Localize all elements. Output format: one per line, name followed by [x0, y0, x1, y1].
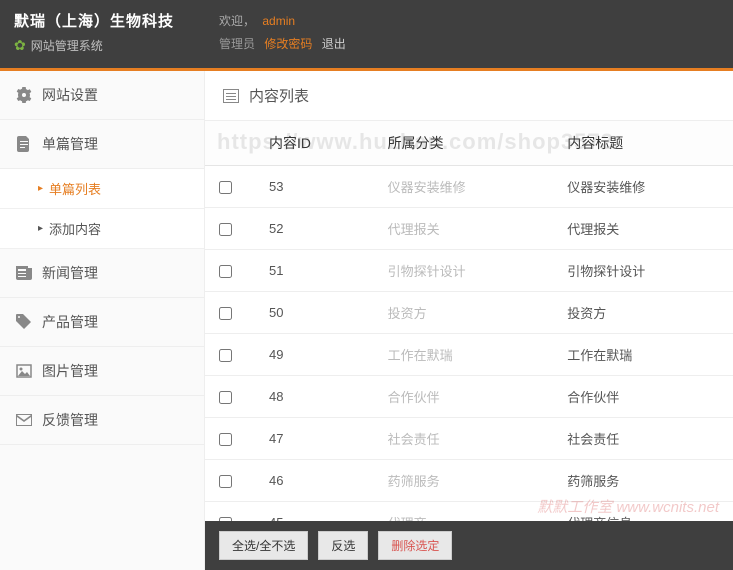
cell-title: 代理商信息	[553, 502, 733, 522]
cell-id: 50	[255, 292, 374, 334]
table-header-row: 内容ID 所属分类 内容标题	[205, 121, 733, 166]
page-title: 内容列表	[205, 71, 733, 121]
cell-category: 引物探针设计	[374, 250, 554, 292]
sub-nav-article: ▸ 单篇列表 ▸ 添加内容	[0, 169, 204, 249]
caret-right-icon: ▸	[38, 223, 43, 234]
content-table: 内容ID 所属分类 内容标题 53 仪器安装维修 仪器安装维修 52 代理报关 …	[205, 121, 733, 521]
main-content: 内容列表 https://www.huzhan.com/shop3572 内容I…	[205, 71, 733, 570]
brand-title: 默瑞（上海）生物科技	[14, 10, 191, 31]
cell-title: 药筛服务	[553, 460, 733, 502]
logout-link[interactable]: 退出	[322, 37, 346, 51]
mail-icon	[16, 412, 32, 428]
cell-category: 代理商	[374, 502, 554, 522]
cell-category: 代理报关	[374, 208, 554, 250]
row-checkbox[interactable]	[219, 265, 232, 278]
col-category: 所属分类	[374, 121, 554, 166]
cell-category: 合作伙伴	[374, 376, 554, 418]
row-checkbox[interactable]	[219, 349, 232, 362]
col-id: 内容ID	[255, 121, 374, 166]
table-row[interactable]: 52 代理报关 代理报关	[205, 208, 733, 250]
cell-id: 52	[255, 208, 374, 250]
sidebar-sub-add-content[interactable]: ▸ 添加内容	[0, 209, 204, 249]
role-label: 管理员	[219, 37, 255, 51]
list-icon	[223, 89, 239, 103]
row-checkbox[interactable]	[219, 475, 232, 488]
image-icon	[16, 363, 32, 379]
sidebar-item-site-settings[interactable]: 网站设置	[0, 71, 204, 120]
cell-id: 48	[255, 376, 374, 418]
sidebar-item-feedback-mgmt[interactable]: 反馈管理	[0, 396, 204, 445]
cell-id: 49	[255, 334, 374, 376]
cell-title: 工作在默瑞	[553, 334, 733, 376]
col-title: 内容标题	[553, 121, 733, 166]
cell-id: 46	[255, 460, 374, 502]
sidebar-item-news-mgmt[interactable]: 新闻管理	[0, 249, 204, 298]
sidebar-sub-article-list[interactable]: ▸ 单篇列表	[0, 169, 204, 209]
cell-title: 投资方	[553, 292, 733, 334]
table-row[interactable]: 45 代理商 代理商信息	[205, 502, 733, 522]
username: admin	[262, 14, 295, 28]
select-all-button[interactable]: 全选/全不选	[219, 531, 308, 560]
table-row[interactable]: 48 合作伙伴 合作伙伴	[205, 376, 733, 418]
delete-selected-button[interactable]: 删除选定	[378, 531, 452, 560]
change-password-link[interactable]: 修改密码	[264, 37, 312, 51]
table-row[interactable]: 47 社会责任 社会责任	[205, 418, 733, 460]
cell-id: 53	[255, 166, 374, 208]
table-row[interactable]: 49 工作在默瑞 工作在默瑞	[205, 334, 733, 376]
row-checkbox[interactable]	[219, 433, 232, 446]
sidebar-item-article-mgmt[interactable]: 单篇管理	[0, 120, 204, 169]
welcome-line: 欢迎， admin	[219, 12, 719, 29]
cell-category: 药筛服务	[374, 460, 554, 502]
sidebar-item-image-mgmt[interactable]: 图片管理	[0, 347, 204, 396]
cell-id: 51	[255, 250, 374, 292]
table-row[interactable]: 53 仪器安装维修 仪器安装维修	[205, 166, 733, 208]
action-bar: 全选/全不选 反选 删除选定	[205, 521, 733, 570]
table-row[interactable]: 46 药筛服务 药筛服务	[205, 460, 733, 502]
cell-title: 仪器安装维修	[553, 166, 733, 208]
row-checkbox[interactable]	[219, 517, 232, 521]
sidebar-item-product-mgmt[interactable]: 产品管理	[0, 298, 204, 347]
news-icon	[16, 265, 32, 281]
header-user-area: 欢迎， admin 管理员 修改密码 退出	[205, 0, 733, 68]
cell-category: 工作在默瑞	[374, 334, 554, 376]
sidebar: 网站设置 单篇管理 ▸ 单篇列表 ▸ 添加内容 新闻管理	[0, 71, 205, 570]
user-actions: 管理员 修改密码 退出	[219, 35, 719, 52]
caret-right-icon: ▸	[38, 183, 43, 194]
cell-title: 引物探针设计	[553, 250, 733, 292]
brand-block: 默瑞（上海）生物科技 ✿ 网站管理系统	[0, 0, 205, 68]
row-checkbox[interactable]	[219, 181, 232, 194]
header: 默瑞（上海）生物科技 ✿ 网站管理系统 欢迎， admin 管理员 修改密码 退…	[0, 0, 733, 68]
table-row[interactable]: 50 投资方 投资方	[205, 292, 733, 334]
cell-category: 社会责任	[374, 418, 554, 460]
leaf-icon: ✿	[14, 37, 26, 54]
invert-select-button[interactable]: 反选	[318, 531, 368, 560]
table-row[interactable]: 51 引物探针设计 引物探针设计	[205, 250, 733, 292]
cell-category: 仪器安装维修	[374, 166, 554, 208]
cell-title: 合作伙伴	[553, 376, 733, 418]
cell-category: 投资方	[374, 292, 554, 334]
row-checkbox[interactable]	[219, 223, 232, 236]
tag-icon	[16, 314, 32, 330]
document-icon	[16, 136, 32, 152]
col-checkbox	[205, 121, 255, 166]
row-checkbox[interactable]	[219, 307, 232, 320]
cell-id: 47	[255, 418, 374, 460]
table-container: https://www.huzhan.com/shop3572 内容ID 所属分…	[205, 121, 733, 521]
gear-icon	[16, 87, 32, 103]
cell-title: 社会责任	[553, 418, 733, 460]
row-checkbox[interactable]	[219, 391, 232, 404]
cell-id: 45	[255, 502, 374, 522]
brand-subtitle: ✿ 网站管理系统	[14, 37, 191, 54]
cell-title: 代理报关	[553, 208, 733, 250]
